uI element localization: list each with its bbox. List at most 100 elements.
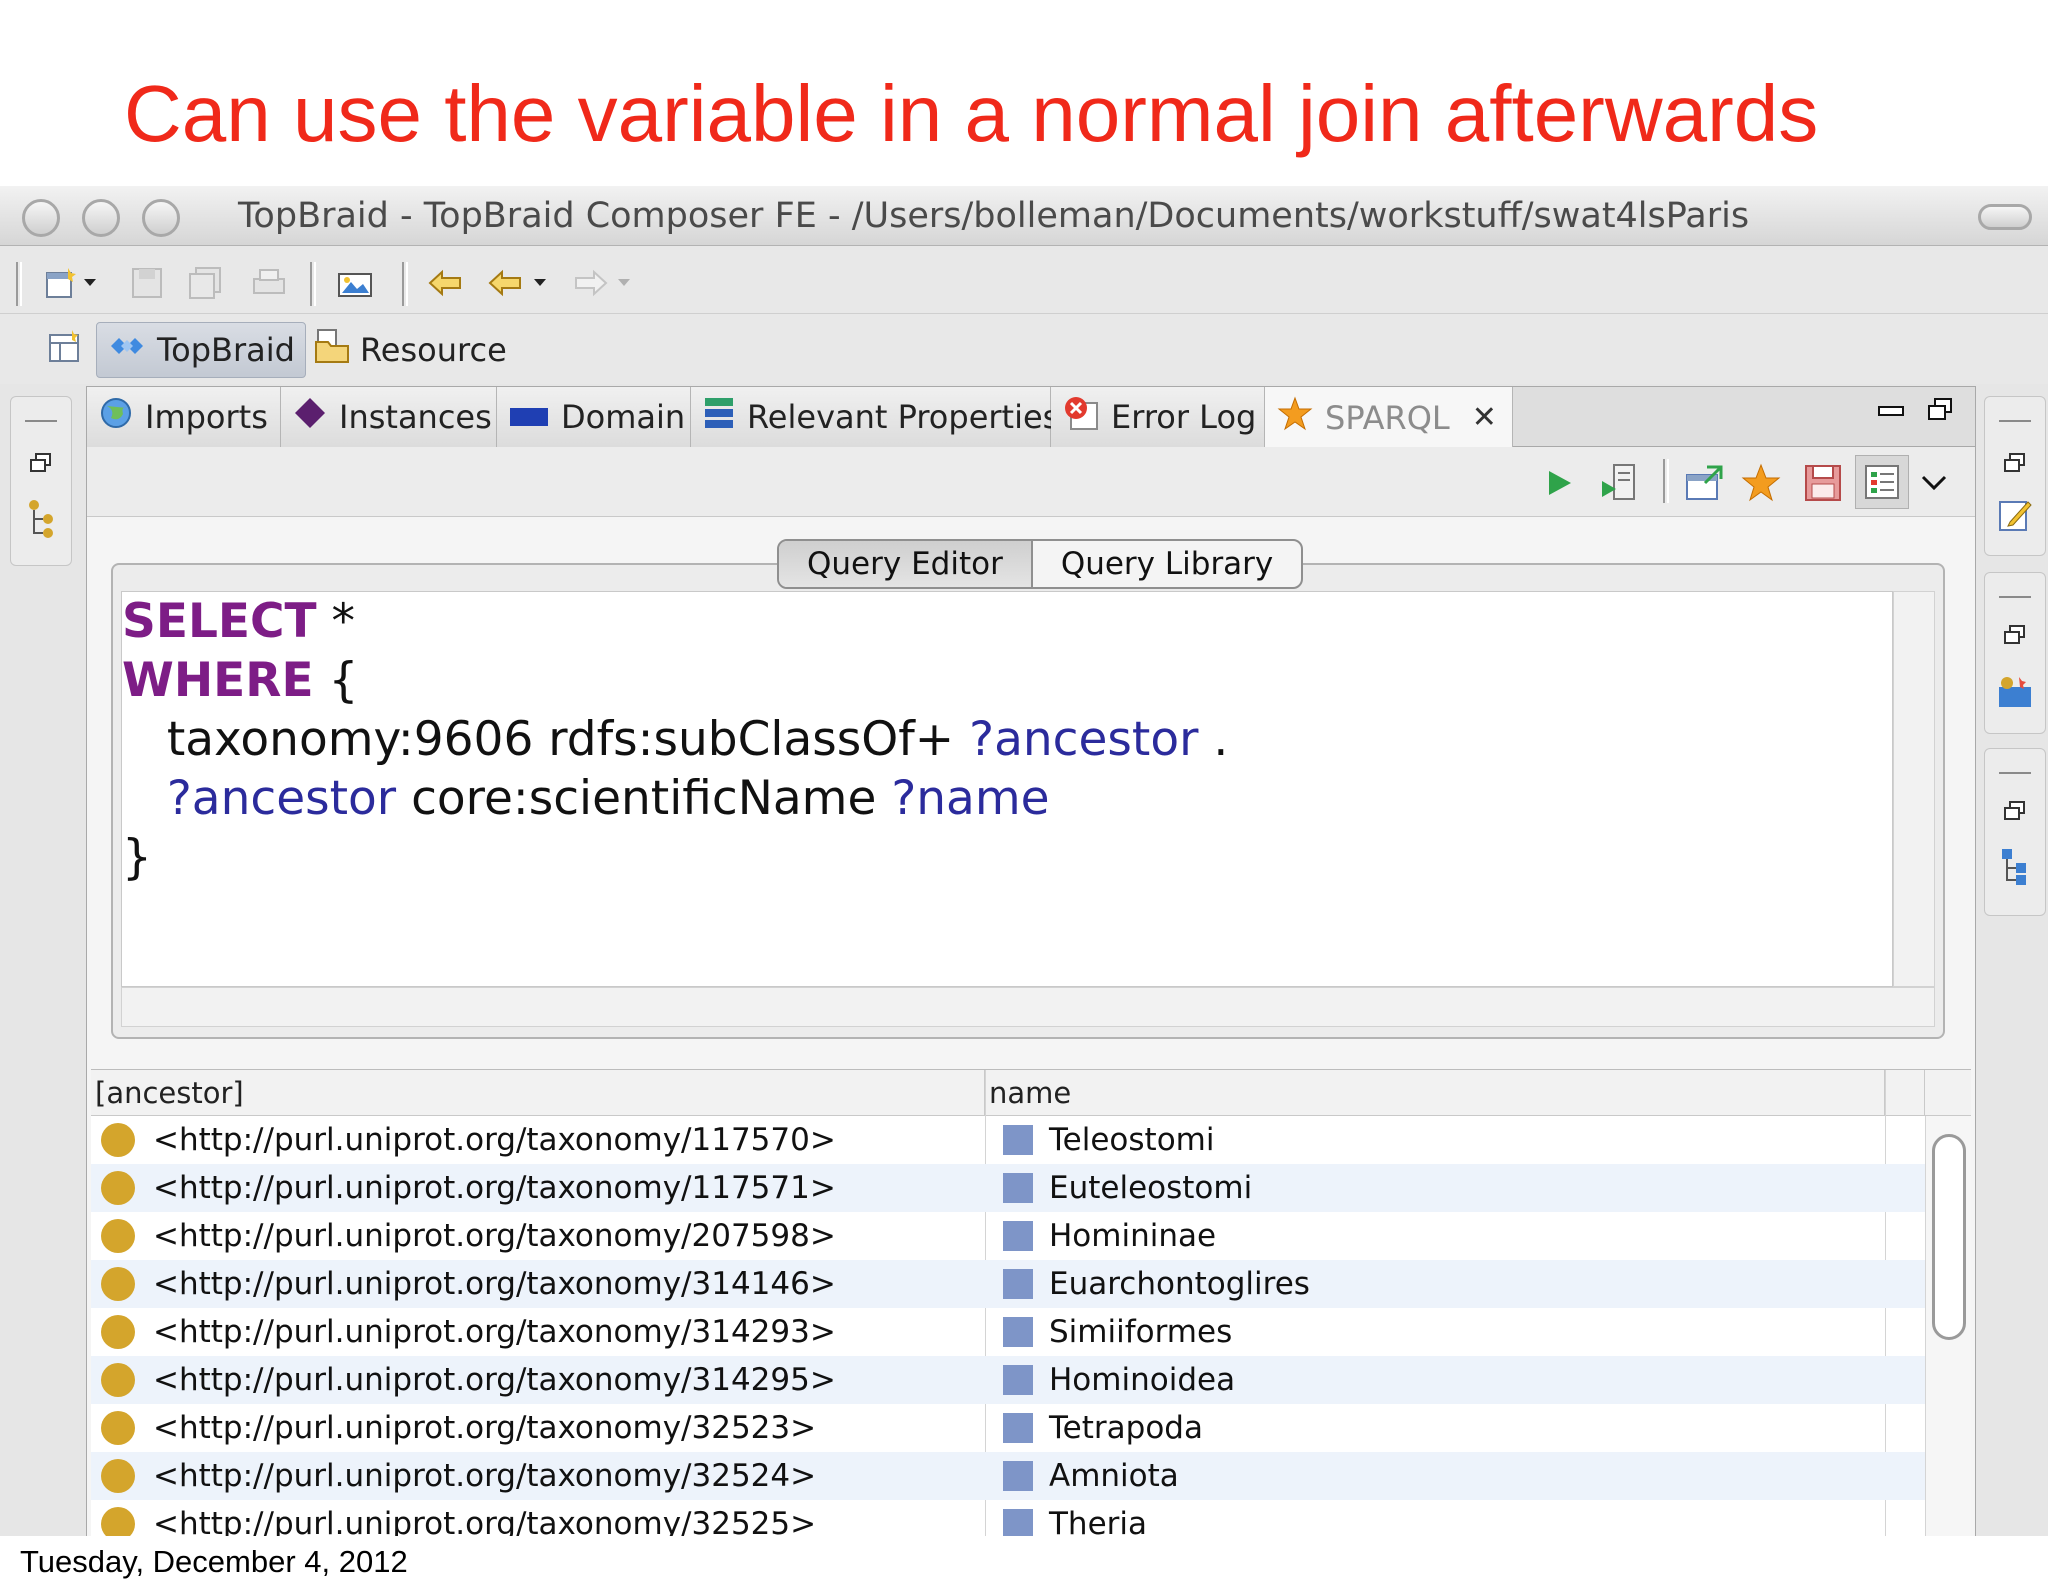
back-to-last-edit-icon[interactable] [426,264,464,302]
restore-icon[interactable] [1997,793,2033,829]
name-cell: Simiiformes [1003,1308,1232,1356]
open-image-icon[interactable] [336,264,374,302]
perspective-topbraid[interactable]: TopBraid [96,322,306,378]
scientific-name: Amniota [1049,1458,1179,1494]
tab-relevant-properties[interactable]: Relevant Properties [691,387,1059,447]
select-star: * [316,594,356,649]
chevron-down-icon[interactable] [530,264,550,302]
export-results-icon[interactable] [1683,461,1727,505]
query-library-tab[interactable]: Query Library [1033,541,1301,587]
name-cell: Theria [1003,1500,1147,1536]
app-window: TopBraid - TopBraid Composer FE - /Users… [0,186,2048,1536]
ancestor-uri: <http://purl.uniprot.org/taxonomy/314146… [153,1266,836,1302]
execute-selected-icon[interactable] [1597,461,1641,505]
title-bar: TopBraid - TopBraid Composer FE - /Users… [0,186,2048,246]
editor-horizontal-scrollbar[interactable] [121,987,1935,1027]
resource-dot-icon [101,1267,135,1301]
tab-error-log[interactable]: Error Log [1051,387,1265,447]
right-trim-stack-2 [1984,572,2046,734]
query-editor-tab[interactable]: Query Editor [779,541,1033,587]
scientific-name: Hominoidea [1049,1362,1236,1398]
restore-icon[interactable] [1997,445,2033,481]
view-menu-chevron-icon[interactable] [1917,461,1951,505]
ancestor-uri: <http://purl.uniprot.org/taxonomy/314293… [153,1314,836,1350]
tab-imports[interactable]: Imports [87,387,281,447]
zoom-window-button[interactable] [142,199,180,237]
edit-document-icon[interactable] [1997,497,2033,533]
table-row[interactable]: <http://purl.uniprot.org/taxonomy/207598… [91,1212,1925,1260]
toggle-details-icon[interactable] [1855,455,1909,509]
table-row[interactable]: <http://purl.uniprot.org/taxonomy/32523>… [91,1404,1925,1452]
execute-query-icon[interactable] [1537,461,1581,505]
ancestor-cell: <http://purl.uniprot.org/taxonomy/314293… [101,1308,836,1356]
query-editor-textarea[interactable]: SELECT * WHERE { taxonomy:9606 rdfs:subC… [121,591,1893,987]
tab-sparql[interactable]: SPARQL ✕ [1265,387,1513,448]
variable-name: ?name [891,771,1050,826]
table-row[interactable]: <http://purl.uniprot.org/taxonomy/314293… [91,1308,1925,1356]
table-row[interactable]: <http://purl.uniprot.org/taxonomy/117571… [91,1164,1925,1212]
ancestor-uri: <http://purl.uniprot.org/taxonomy/32524> [153,1458,817,1494]
tab-sparql-label: SPARQL [1325,398,1450,437]
resource-dot-icon [101,1459,135,1493]
restore-icon[interactable] [23,445,59,481]
globe-icon [99,396,133,438]
trim-divider-icon [1997,403,2033,439]
open-perspective-icon [48,329,82,371]
new-file-icon[interactable] [42,264,80,302]
class-hierarchy-icon[interactable] [23,500,59,538]
property-hierarchy-icon[interactable] [1997,849,2033,885]
resource-dot-icon [101,1411,135,1445]
literal-square-icon [1003,1173,1033,1203]
tab-instances[interactable]: Instances [281,387,497,447]
close-tab-icon[interactable]: ✕ [1472,400,1497,435]
editor-vertical-scrollbar[interactable] [1893,591,1935,987]
literal-square-icon [1003,1221,1033,1251]
save-all-icon [186,264,224,302]
sparql-star-icon [1277,396,1313,440]
results-header: [ancestor] name [91,1070,1971,1116]
scientific-name: Teleostomi [1049,1122,1215,1158]
triple-subject-predicate: taxonomy:9606 rdfs:subClassOf+ [166,712,970,767]
resource-dot-icon [101,1363,135,1397]
restore-icon[interactable] [1997,617,2033,653]
save-query-icon[interactable] [1801,461,1845,505]
tab-relevant-properties-label: Relevant Properties [747,398,1060,436]
close-window-button[interactable] [22,199,60,237]
table-row[interactable]: <http://purl.uniprot.org/taxonomy/32525>… [91,1500,1925,1536]
minimize-view-icon[interactable] [1877,395,1905,428]
table-row[interactable]: <http://purl.uniprot.org/taxonomy/314295… [91,1356,1925,1404]
results-vertical-scrollbar[interactable] [1925,1116,1971,1536]
maximize-view-icon[interactable] [1927,395,1953,428]
window-title: TopBraid - TopBraid Composer FE - /Users… [238,196,1750,236]
table-row[interactable]: <http://purl.uniprot.org/taxonomy/32524>… [91,1452,1925,1500]
scrollbar-thumb[interactable] [1932,1134,1966,1340]
scientific-name: Homininae [1049,1218,1217,1254]
associations-icon[interactable] [1997,673,2033,709]
resource-folder-icon [314,328,350,372]
toolbar-separator [310,262,316,306]
triple-terminator: . [1198,712,1229,767]
minimize-window-button[interactable] [82,199,120,237]
chevron-down-icon[interactable] [80,264,100,302]
ancestor-uri: <http://purl.uniprot.org/taxonomy/117571… [153,1170,836,1206]
variable-ancestor: ?ancestor [166,771,397,826]
toolbar-toggle-button[interactable] [1978,204,2032,230]
name-cell: Teleostomi [1003,1116,1214,1164]
tab-error-log-label: Error Log [1111,398,1257,436]
perspective-resource-label: Resource [360,331,507,369]
back-arrow-icon[interactable] [486,264,524,302]
ancestor-cell: <http://purl.uniprot.org/taxonomy/117571… [101,1164,836,1212]
perspective-resource[interactable]: Resource [304,322,517,378]
code-line-3: taxonomy:9606 rdfs:subClassOf+ ?ancestor… [122,710,1892,769]
add-to-library-star-icon[interactable] [1739,461,1783,505]
tab-domain[interactable]: Domain [497,387,691,447]
table-row[interactable]: <http://purl.uniprot.org/taxonomy/117570… [91,1116,1925,1164]
column-header-ancestor[interactable]: [ancestor] [91,1070,985,1116]
domain-bar-icon [509,398,549,436]
ancestor-cell: <http://purl.uniprot.org/taxonomy/314146… [101,1260,836,1308]
open-perspective-button[interactable] [38,322,92,378]
table-row[interactable]: <http://purl.uniprot.org/taxonomy/314146… [91,1260,1925,1308]
code-line-5: } [122,828,1892,887]
column-header-name[interactable]: name [985,1070,1885,1116]
